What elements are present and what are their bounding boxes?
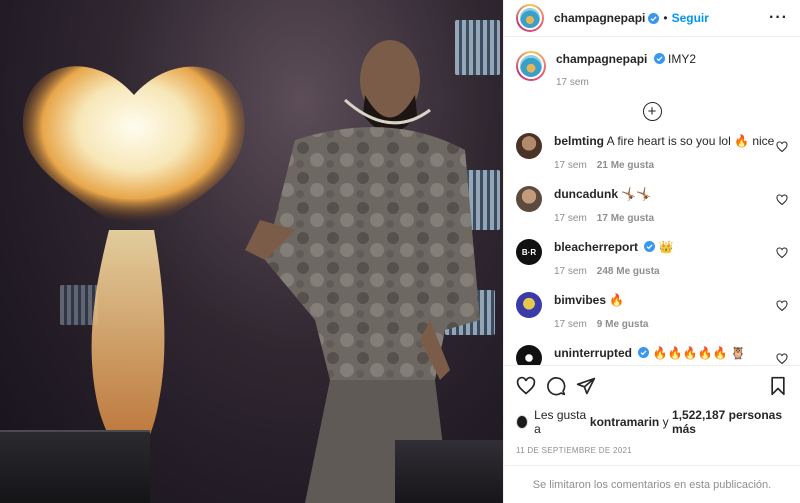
comment-time[interactable]: 17 sem	[554, 266, 587, 277]
caption-time[interactable]: 17 sem	[556, 77, 589, 88]
more-options-icon[interactable]: ···	[769, 9, 788, 27]
comment-item: bimvibes 🔥 17 sem 9 Me gusta	[516, 290, 788, 343]
like-comment-heart-icon[interactable]	[776, 247, 788, 259]
commenter-avatar[interactable]	[516, 292, 542, 318]
load-more-comments: +	[516, 102, 788, 121]
verified-badge-icon	[648, 12, 660, 24]
likes-connector: y	[662, 415, 669, 429]
commenter-avatar[interactable]	[516, 345, 542, 365]
comment-likes[interactable]: 17 Me gusta	[597, 213, 654, 224]
comment-item: uninterrupted 🔥🔥🔥🔥🔥 🦉	[516, 343, 788, 365]
like-comment-heart-icon[interactable]	[776, 141, 788, 153]
likes-summary: Les gusta a kontramarin y 1,522,187 pers…	[516, 408, 788, 436]
comment-username[interactable]: bimvibes	[554, 293, 606, 307]
post-side-panel: champagnepapi • Seguir ··· champagnepapi	[503, 0, 800, 503]
liker-avatar[interactable]	[516, 415, 529, 429]
post-actions: Les gusta a kontramarin y 1,522,187 pers…	[504, 365, 800, 465]
separator-dot: •	[663, 11, 668, 25]
comment-username[interactable]: bleacherreport	[554, 240, 638, 254]
verified-badge-icon	[638, 347, 650, 358]
verified-badge-icon	[653, 53, 665, 64]
load-more-comments-button[interactable]: +	[642, 102, 662, 121]
bookmark-save-icon[interactable]	[768, 376, 788, 396]
like-comment-heart-icon[interactable]	[776, 353, 788, 365]
comment-likes[interactable]: 21 Me gusta	[597, 160, 654, 171]
comments-section[interactable]: champagnepapi IMY2 17 sem + belmting A f…	[504, 37, 800, 365]
comments-limited-notice: Se limitaron los comentarios en esta pub…	[504, 465, 800, 503]
caption-text: IMY2	[668, 52, 697, 66]
comment-username[interactable]: duncadunk	[554, 187, 618, 201]
like-comment-heart-icon[interactable]	[776, 194, 788, 206]
post-caption: champagnepapi IMY2 17 sem	[516, 37, 788, 88]
liker-username[interactable]: kontramarin	[590, 415, 659, 429]
comment-item: duncadunk 🤸🏾🤸🏾 17 sem 17 Me gusta	[516, 184, 788, 237]
post-header: champagnepapi • Seguir ···	[504, 0, 800, 37]
author-avatar[interactable]	[516, 4, 544, 32]
share-send-icon[interactable]	[576, 376, 596, 396]
caption-username[interactable]: champagnepapi	[556, 52, 647, 66]
comment-time[interactable]: 17 sem	[554, 319, 587, 330]
comment-likes[interactable]: 248 Me gusta	[597, 266, 660, 277]
post-date[interactable]: 11 DE SEPTIEMBRE DE 2021	[516, 446, 788, 465]
commenter-avatar[interactable]: B·R	[516, 239, 542, 265]
comment-likes[interactable]: 9 Me gusta	[597, 319, 649, 330]
bleacher-report-logo: B·R	[521, 247, 537, 257]
action-icons	[516, 376, 788, 396]
caption-author-avatar[interactable]	[516, 51, 546, 81]
comment-text: 🔥	[609, 293, 625, 307]
comment-text: 👑	[658, 240, 674, 254]
comment-time[interactable]: 17 sem	[554, 213, 587, 224]
likes-prefix: Les gusta a	[534, 408, 587, 436]
likes-count[interactable]: 1,522,187 personas más	[672, 408, 788, 436]
performer-silhouette	[245, 40, 480, 503]
comment-text: 🔥🔥🔥🔥🔥 🦉	[652, 346, 746, 360]
comment-item: B·R bleacherreport 👑 17 sem 248 Me gusta	[516, 237, 788, 290]
comment-bubble-icon[interactable]	[546, 376, 566, 396]
stage-speaker	[0, 430, 150, 503]
fire-heart-flame	[22, 66, 245, 470]
author-username[interactable]: champagnepapi	[554, 11, 645, 25]
like-comment-heart-icon[interactable]	[776, 300, 788, 312]
commenter-avatar[interactable]	[516, 133, 542, 159]
comment-text: 🤸🏾🤸🏾	[621, 187, 652, 201]
verified-badge-icon	[644, 241, 656, 252]
instagram-post: champagnepapi • Seguir ··· champagnepapi	[0, 0, 800, 503]
commenter-avatar[interactable]	[516, 186, 542, 212]
comment-time[interactable]: 17 sem	[554, 160, 587, 171]
like-heart-icon[interactable]	[516, 376, 536, 396]
comment-text: A fire heart is so you lol 🔥 nice	[606, 134, 775, 148]
comment-username[interactable]: uninterrupted	[554, 346, 632, 360]
comment-item: belmting A fire heart is so you lol 🔥 ni…	[516, 131, 788, 184]
comment-username[interactable]: belmting	[554, 134, 604, 148]
post-photo[interactable]	[0, 0, 503, 503]
stage-speaker	[395, 440, 503, 503]
follow-button[interactable]: Seguir	[672, 11, 709, 25]
